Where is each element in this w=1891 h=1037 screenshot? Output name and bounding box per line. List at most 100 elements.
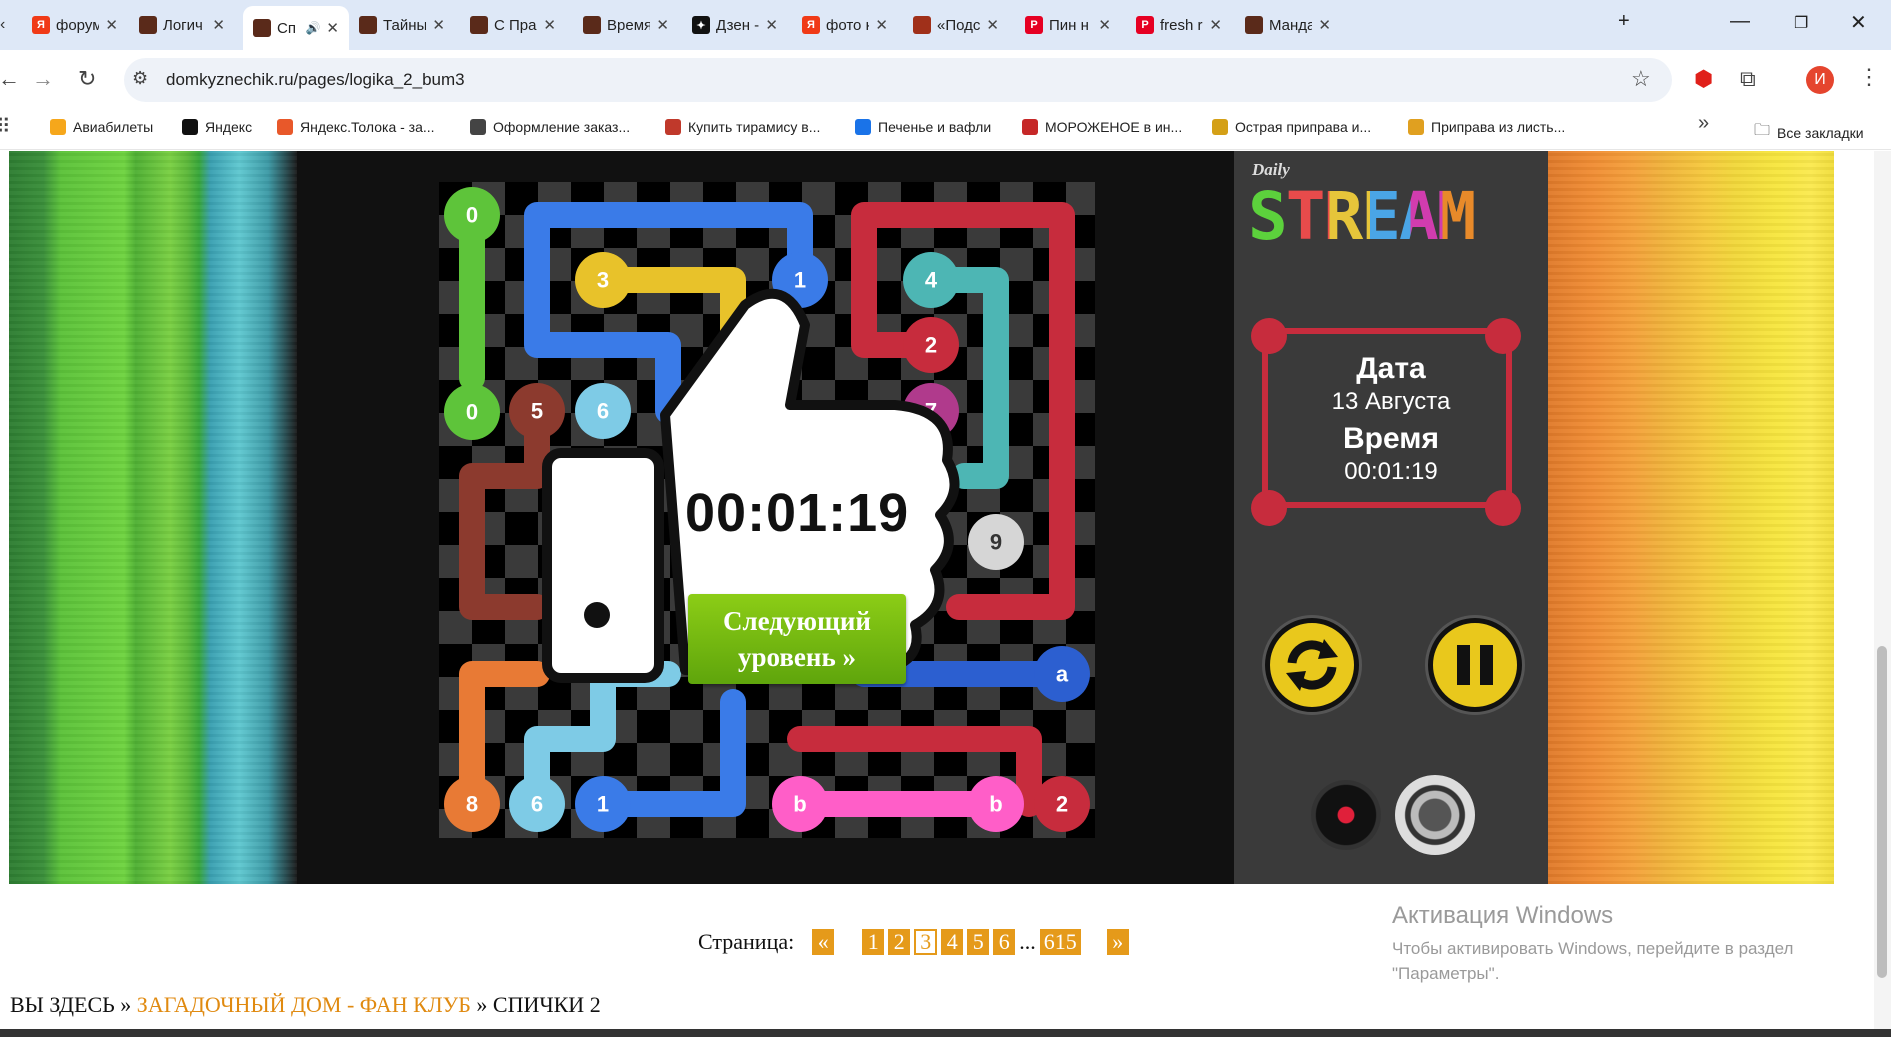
tab-close-icon[interactable]: ✕	[765, 16, 778, 34]
new-tab-button[interactable]: +	[1618, 10, 1630, 33]
breadcrumb-sep: »	[476, 992, 488, 1017]
extensions-puzzle-icon[interactable]: ⧉	[1740, 66, 1756, 92]
tab-favicon-icon	[253, 19, 271, 37]
tab[interactable]: С Пра ✕	[460, 8, 566, 42]
url-text[interactable]: domkyznechik.ru/pages/logika_2_bum3	[166, 70, 465, 90]
svg-text:2: 2	[1056, 792, 1068, 817]
bookmark-favicon-icon	[470, 119, 486, 135]
tab-close-icon[interactable]: ✕	[1098, 16, 1111, 34]
path-brown	[459, 398, 550, 620]
tab-audio-icon[interactable]: 🔊	[305, 21, 320, 35]
sound-speaker-button[interactable]	[1395, 775, 1475, 855]
bookmark-item[interactable]: Яндекс	[182, 119, 252, 135]
page-next[interactable]: »	[1106, 929, 1129, 955]
tab-scroll-left[interactable]: ‹	[0, 8, 5, 42]
site-info-icon[interactable]: ⚙	[132, 68, 148, 89]
scrollbar-thumb[interactable]	[1877, 646, 1887, 978]
bookmark-item[interactable]: Приправа из листь...	[1408, 119, 1565, 135]
bookmark-item[interactable]: Острая приправа и...	[1212, 119, 1371, 135]
tab[interactable]: Логич ✕	[129, 8, 235, 42]
bookmark-item[interactable]: Авиабилеты	[50, 119, 153, 135]
tab-close-icon[interactable]: ✕	[543, 16, 556, 34]
bookmark-item[interactable]: Купить тирамису в...	[665, 119, 820, 135]
svg-text:1: 1	[597, 792, 609, 817]
tab-close-icon[interactable]: ✕	[432, 16, 445, 34]
tab-close-icon[interactable]: ✕	[1209, 16, 1222, 34]
bookmark-item[interactable]: МОРОЖЕНОЕ в ин...	[1022, 119, 1182, 135]
wood-decoration-right	[1548, 151, 1834, 884]
next-level-button[interactable]: Следующий уровень »	[688, 594, 906, 684]
tab-favicon-icon	[913, 16, 931, 34]
tab[interactable]: Яфото к ✕	[792, 8, 898, 42]
bookmark-favicon-icon	[1022, 119, 1038, 135]
restart-button[interactable]	[1265, 618, 1359, 712]
menu-kebab-icon[interactable]: ⋮	[1858, 64, 1880, 90]
bookmark-item[interactable]: Оформление заказ...	[470, 119, 630, 135]
tab-close-icon[interactable]: ✕	[656, 16, 669, 34]
bookmark-item[interactable]: Яндекс.Толока - за...	[277, 119, 435, 135]
page-link[interactable]: 2	[888, 929, 911, 955]
all-bookmarks-button[interactable]: 🗀 Все закладки	[1754, 119, 1864, 146]
bookmark-star-icon[interactable]: ☆	[1631, 66, 1651, 92]
page-prev[interactable]: «	[812, 929, 835, 955]
tab-close-icon[interactable]: ✕	[1318, 16, 1331, 34]
svg-text:a: a	[1056, 662, 1069, 687]
bookmark-item[interactable]: Печенье и вафли	[855, 119, 991, 135]
close-window-icon[interactable]: ✕	[1850, 10, 1867, 35]
minimize-icon[interactable]: —	[1730, 10, 1750, 33]
pagination: Страница: « 1 2 3 4 5 6 ... 615 »	[698, 929, 1129, 955]
completion-timer: 00:01:19	[685, 483, 910, 543]
tab[interactable]: Тайны ✕	[349, 8, 455, 42]
tab[interactable]: Время ✕	[573, 8, 679, 42]
tab-close-icon[interactable]: ✕	[212, 16, 225, 34]
tab[interactable]: Pfresh r ✕	[1126, 8, 1232, 42]
page-link[interactable]: 6	[993, 929, 1016, 955]
back-icon[interactable]: ←	[0, 66, 20, 92]
music-record-button[interactable]	[1311, 780, 1381, 850]
extension-shield-icon[interactable]: ⬢	[1694, 66, 1713, 92]
tab-close-icon[interactable]: ✕	[875, 16, 888, 34]
bookmark-favicon-icon	[1212, 119, 1228, 135]
pause-button[interactable]	[1428, 618, 1522, 712]
tab-title: С Пра	[494, 16, 537, 34]
profile-avatar[interactable]: И	[1806, 66, 1834, 94]
svg-text:6: 6	[531, 792, 543, 817]
bookmark-label: Печенье и вафли	[878, 119, 992, 135]
bookmark-label: Острая приправа и...	[1235, 119, 1372, 135]
bookmark-label: Яндекс.Толока - за...	[300, 119, 435, 135]
bookmark-favicon-icon	[855, 119, 871, 135]
reload-icon[interactable]: ↻	[78, 66, 96, 92]
tab[interactable]: Манда ✕	[1235, 8, 1341, 42]
restore-icon[interactable]: ❐	[1794, 13, 1808, 33]
page-link[interactable]: 5	[967, 929, 990, 955]
svg-text:8: 8	[466, 792, 478, 817]
breadcrumb-link[interactable]: ЗАГАДОЧНЫЙ ДОМ - ФАН КЛУБ	[137, 992, 471, 1017]
tab[interactable]: Яфорум ✕	[22, 8, 128, 42]
tab-favicon-icon: P	[1136, 16, 1154, 34]
tab-title: Сп	[277, 19, 296, 37]
page-link[interactable]: 1	[862, 929, 885, 955]
tab[interactable]: Сп 🔊 ✕	[243, 6, 349, 50]
tab-favicon-icon: Я	[32, 16, 50, 34]
forward-icon[interactable]: →	[32, 66, 54, 92]
tab-favicon-icon: ✦	[692, 16, 710, 34]
breadcrumb: ВЫ ЗДЕСЬ » ЗАГАДОЧНЫЙ ДОМ - ФАН КЛУБ » С…	[10, 992, 601, 1018]
page-last[interactable]: 615	[1039, 929, 1081, 955]
frame-corner	[1251, 318, 1287, 354]
tab[interactable]: ✦ Дзен - ✕	[682, 8, 788, 42]
tab[interactable]: P Пин н ✕	[1015, 8, 1121, 42]
tab-title: Логич	[163, 16, 203, 34]
tab-close-icon[interactable]: ✕	[326, 19, 339, 37]
page-link[interactable]: 4	[941, 929, 964, 955]
more-bookmarks-icon[interactable]: »	[1698, 112, 1709, 135]
tab-favicon-icon	[1245, 16, 1263, 34]
apps-grid-icon[interactable]: ⠿	[0, 114, 11, 139]
tab-close-icon[interactable]: ✕	[105, 16, 118, 34]
svg-text:b: b	[989, 792, 1002, 817]
breadcrumb-prefix: ВЫ ЗДЕСЬ »	[10, 992, 132, 1017]
tab[interactable]: «Подс ✕	[903, 8, 1009, 42]
tab-favicon-icon	[470, 16, 488, 34]
bookmark-favicon-icon	[665, 119, 681, 135]
tab-close-icon[interactable]: ✕	[986, 16, 999, 34]
frame-corner	[1251, 490, 1287, 526]
